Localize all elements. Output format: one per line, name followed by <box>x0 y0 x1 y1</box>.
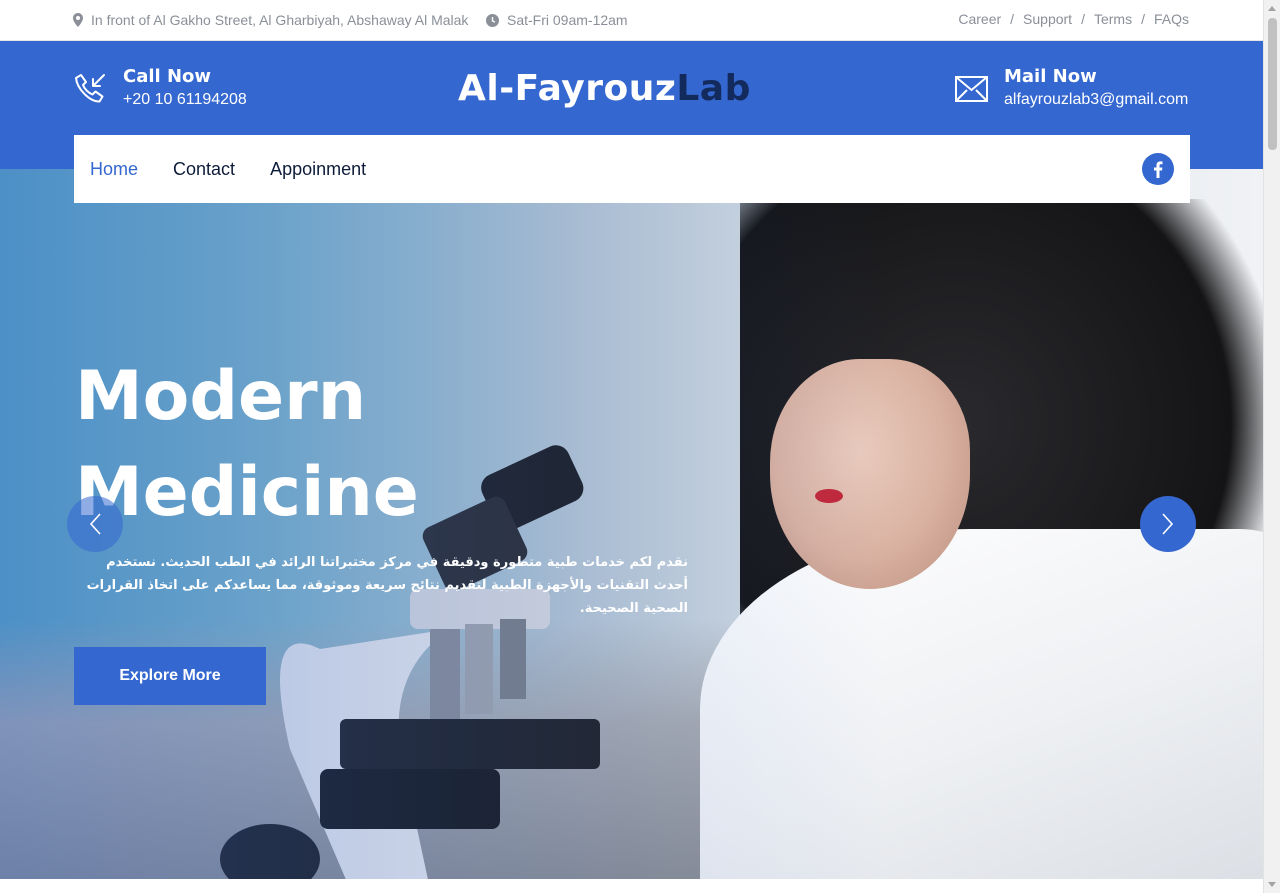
main-navigation: Home Contact Appoinment <box>74 135 1190 203</box>
email-address[interactable]: alfayrouzlab3@gmail.com <box>1004 88 1188 112</box>
logo-text-primary: Al-Fayrouz <box>458 68 677 109</box>
slider-next-button[interactable] <box>1140 496 1196 552</box>
nav-item-contact[interactable]: Contact <box>173 159 235 180</box>
explore-more-button[interactable]: Explore More <box>74 647 266 705</box>
nav-item-appointment[interactable]: Appoinment <box>270 159 366 180</box>
phone-icon <box>75 74 105 103</box>
mail-label: Mail Now <box>1004 66 1097 87</box>
page-bottom-strip <box>0 879 1263 893</box>
scroll-down-arrow-icon[interactable] <box>1268 882 1276 887</box>
call-label: Call Now <box>123 66 212 87</box>
career-link[interactable]: Career <box>958 11 1001 27</box>
map-pin-icon <box>73 13 83 27</box>
top-links: Career / Support / Terms / FAQs <box>958 11 1189 27</box>
address-text: In front of Al Gakho Street, Al Gharbiya… <box>91 12 469 28</box>
support-link[interactable]: Support <box>1023 11 1072 27</box>
phone-number[interactable]: +20 10 61194208 <box>123 88 247 112</box>
hero-title: Modern Medicine <box>75 349 419 541</box>
nav-item-home[interactable]: Home <box>90 159 138 180</box>
hero-description: نقدم لكم خدمات طبية متطورة ودقيقة في مرك… <box>86 555 688 616</box>
chevron-left-icon <box>89 513 101 535</box>
facebook-button[interactable] <box>1142 153 1174 185</box>
hero-title-line1: Modern <box>75 357 367 436</box>
hours-text: Sat-Fri 09am-12am <box>507 12 628 28</box>
envelope-icon <box>955 76 988 102</box>
call-now-block[interactable]: Call Now +20 10 61194208 <box>73 66 247 112</box>
hours-info: Sat-Fri 09am-12am <box>486 12 628 28</box>
scrollbar-thumb[interactable] <box>1268 18 1277 150</box>
mail-now-block[interactable]: Mail Now alfayrouzlab3@gmail.com <box>955 66 1188 112</box>
hero-title-line2: Medicine <box>75 453 419 532</box>
address-info: In front of Al Gakho Street, Al Gharbiya… <box>73 12 468 28</box>
clock-icon <box>486 13 499 27</box>
page-scrollbar[interactable] <box>1263 0 1280 893</box>
terms-link[interactable]: Terms <box>1094 11 1132 27</box>
slider-prev-button[interactable] <box>67 496 123 552</box>
hero-slider: Modern Medicine نقدم لكم خدمات طبية متطو… <box>0 169 1263 879</box>
scroll-up-arrow-icon[interactable] <box>1268 6 1276 11</box>
facebook-icon <box>1154 160 1163 178</box>
link-separator: / <box>1141 11 1145 27</box>
faqs-link[interactable]: FAQs <box>1154 11 1189 27</box>
site-logo[interactable]: Al-FayrouzLab <box>458 68 751 109</box>
link-separator: / <box>1010 11 1015 27</box>
chevron-right-icon <box>1162 513 1174 535</box>
logo-text-secondary: Lab <box>676 68 751 109</box>
top-info-bar: In front of Al Gakho Street, Al Gharbiya… <box>0 0 1263 41</box>
link-separator: / <box>1081 11 1085 27</box>
